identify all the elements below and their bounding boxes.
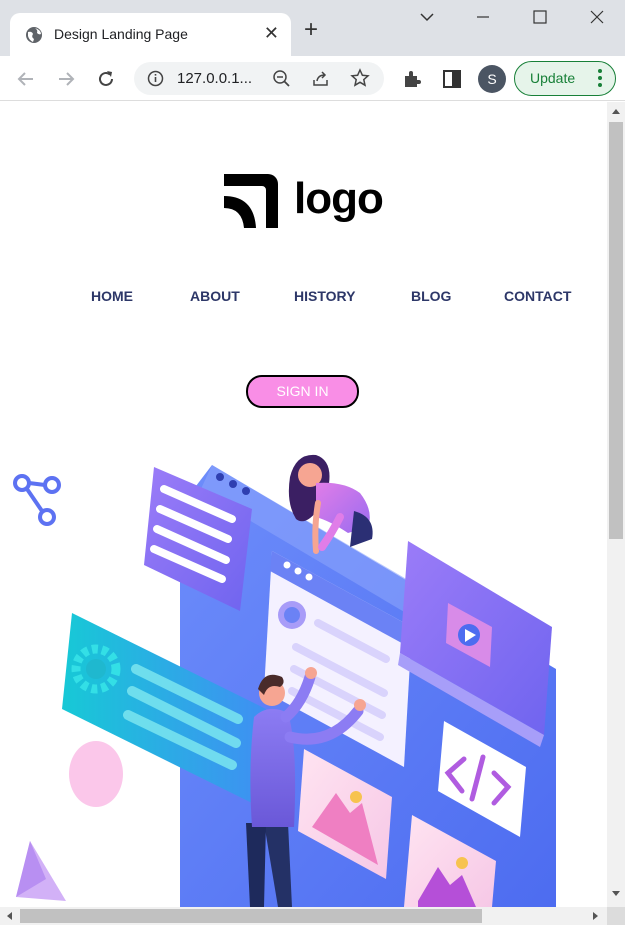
scroll-down-icon[interactable]	[609, 889, 623, 899]
logo-mark-icon	[224, 174, 278, 228]
close-window-icon[interactable]	[584, 6, 610, 28]
share-nodes-icon	[13, 474, 61, 526]
globe-icon	[26, 27, 42, 43]
minimize-icon[interactable]	[470, 6, 496, 28]
browser-tab[interactable]: Design Landing Page ✕	[10, 13, 291, 56]
site-logo[interactable]: logo	[222, 172, 392, 230]
close-tab-icon[interactable]: ✕	[264, 23, 279, 44]
new-tab-button[interactable]: +	[304, 18, 318, 42]
scroll-up-icon[interactable]	[609, 106, 623, 116]
nav-contact[interactable]: CONTACT	[504, 288, 571, 304]
browser-toolbar: 127.0.0.1... S Update	[0, 56, 625, 101]
back-icon[interactable]	[15, 68, 37, 90]
nav-history[interactable]: HISTORY	[294, 288, 355, 304]
maximize-icon[interactable]	[527, 6, 553, 28]
nav-about[interactable]: ABOUT	[190, 288, 240, 304]
nav-home[interactable]: HOME	[91, 288, 133, 304]
more-menu-icon[interactable]	[598, 68, 602, 88]
logo-text: logo	[294, 174, 384, 223]
scroll-right-icon[interactable]	[591, 909, 601, 923]
url-text: 127.0.0.1...	[177, 70, 253, 87]
address-bar[interactable]: 127.0.0.1...	[134, 62, 384, 95]
page-viewport: logo HOME ABOUT HISTORY BLOG CONTACT SIG…	[0, 102, 607, 907]
vertical-scroll-thumb[interactable]	[609, 122, 623, 539]
zoom-icon[interactable]	[272, 69, 291, 88]
tab-search-chevron-icon[interactable]	[414, 6, 440, 28]
share-icon[interactable]	[311, 69, 330, 88]
update-button[interactable]: Update	[514, 61, 616, 96]
site-info-icon[interactable]	[147, 70, 164, 87]
profile-avatar[interactable]: S	[478, 65, 506, 93]
tab-title: Design Landing Page	[54, 26, 188, 42]
browser-tab-strip: Design Landing Page ✕ +	[0, 0, 625, 56]
hero-illustration	[13, 454, 556, 907]
nav-blog[interactable]: BLOG	[411, 288, 451, 304]
reload-icon[interactable]	[95, 68, 117, 90]
side-panel-icon[interactable]	[441, 68, 463, 90]
scroll-left-icon[interactable]	[4, 909, 14, 923]
update-label: Update	[530, 70, 576, 86]
forward-icon[interactable]	[55, 68, 77, 90]
sign-in-button[interactable]: SIGN IN	[246, 375, 359, 408]
horizontal-scroll-thumb[interactable]	[20, 909, 482, 923]
scrollbar-corner	[607, 907, 625, 925]
extensions-icon[interactable]	[401, 68, 423, 90]
bookmark-star-icon[interactable]	[350, 68, 370, 88]
